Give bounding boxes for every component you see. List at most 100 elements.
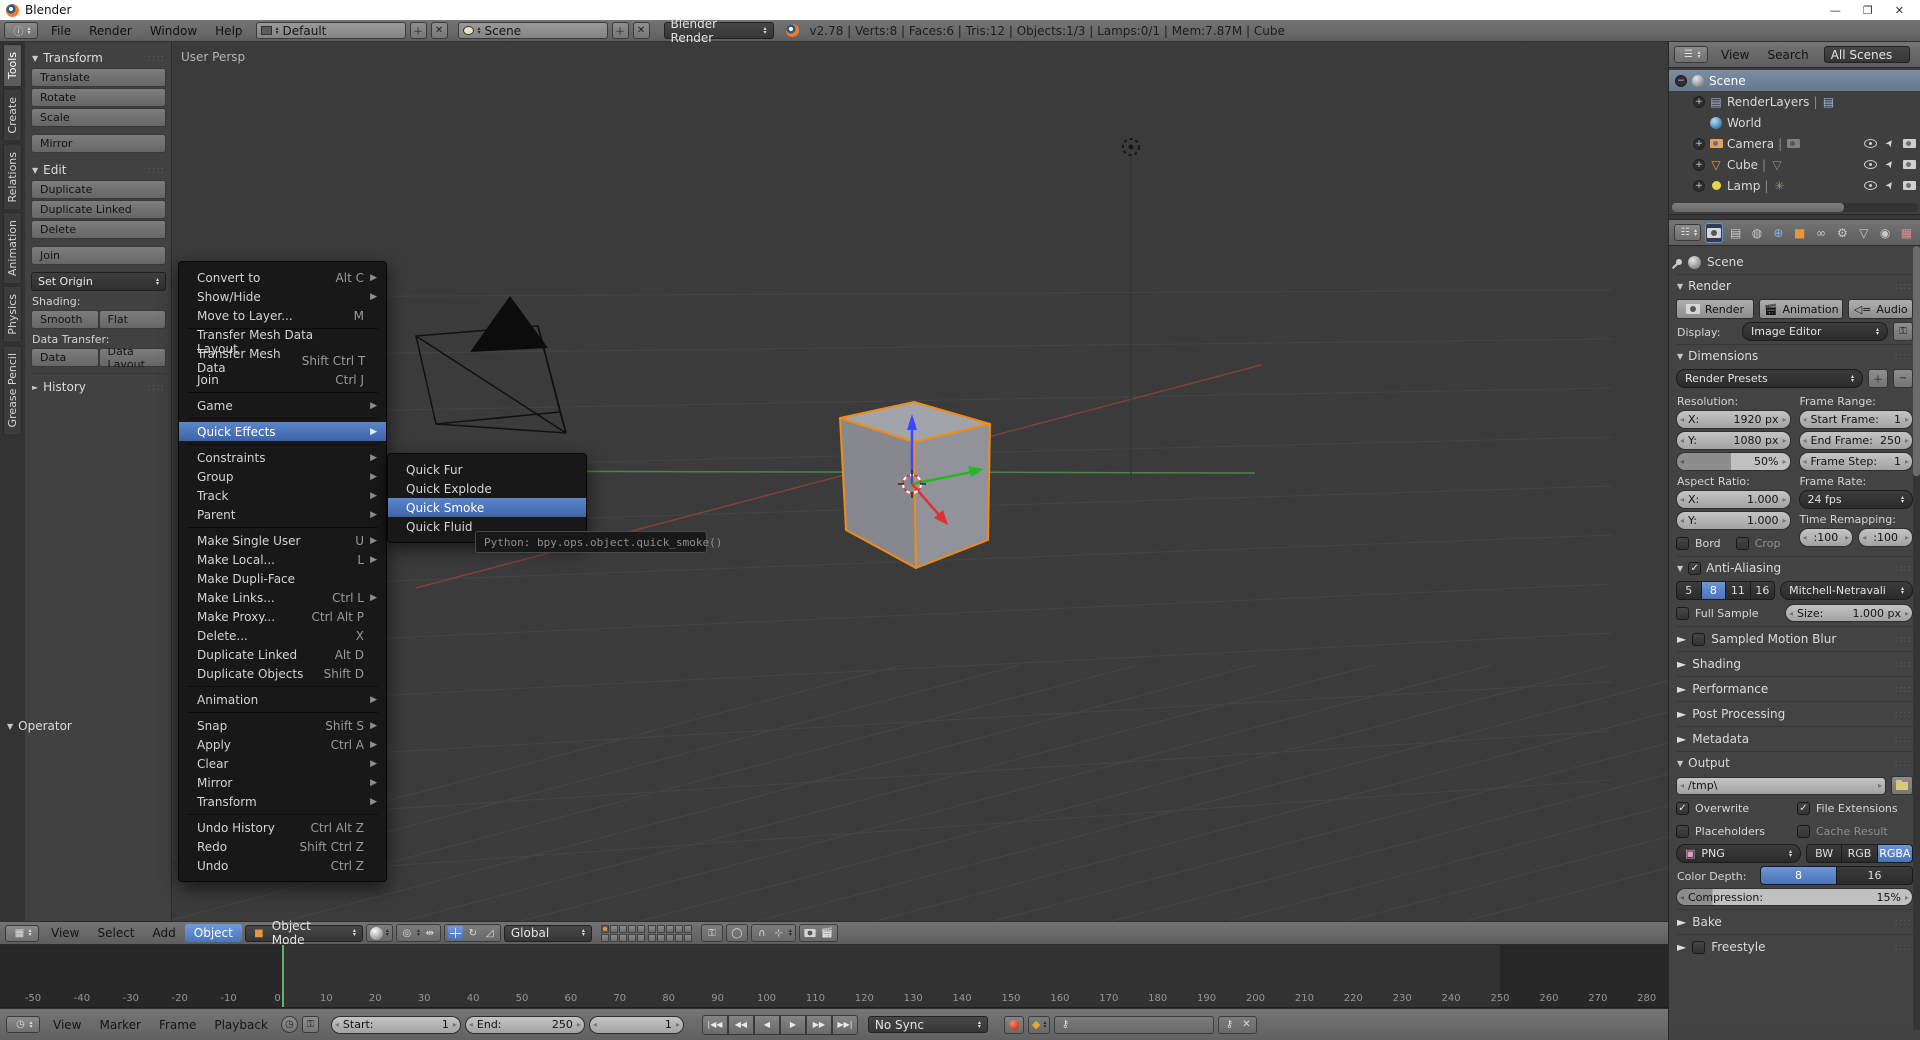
full-sample-checkbox[interactable]: Full Sample <box>1676 603 1780 623</box>
current-frame-marker[interactable] <box>282 945 284 1008</box>
remove-preset-button[interactable]: − <box>1893 369 1913 388</box>
panel-grip[interactable]: :::: <box>1895 563 1912 574</box>
menu-item-redo[interactable]: RedoShift Ctrl Z <box>179 837 386 856</box>
layer-cell[interactable] <box>684 934 692 942</box>
menu-item-group[interactable]: Group▶ <box>179 467 386 486</box>
tab-render-layers[interactable]: ▤ <box>1727 223 1744 243</box>
jump-to-end-button[interactable]: ▶▶| <box>832 1015 858 1035</box>
pin-icon[interactable] <box>1675 258 1683 266</box>
outliner-row-camera[interactable]: +Camera|➤ <box>1669 133 1920 154</box>
menu-item-game[interactable]: Game▶ <box>179 396 386 415</box>
compression-slider[interactable]: Compression:15% <box>1676 888 1913 906</box>
time-remap-new-field[interactable]: :100 <box>1858 528 1913 547</box>
viewport-menu-add[interactable]: Add <box>144 926 185 940</box>
section-shading[interactable]: ►Shading:::: <box>1676 651 1913 676</box>
menu-item-make-single-user[interactable]: Make Single UserU▶ <box>179 531 386 550</box>
renderability-camera-icon[interactable] <box>1903 181 1916 190</box>
outliner-scope-selector[interactable]: All Scenes <box>1824 46 1910 63</box>
timeline-menu-marker[interactable]: Marker <box>90 1018 149 1032</box>
layer-cell[interactable] <box>628 934 636 942</box>
layers-group-1[interactable] <box>601 925 645 942</box>
outliner-scrollbar[interactable] <box>1672 203 1918 212</box>
channel-rgb[interactable]: RGB <box>1842 844 1877 863</box>
translate-button[interactable]: Translate <box>31 68 166 87</box>
crop-checkbox[interactable]: Crop <box>1736 533 1791 553</box>
selectability-cursor-icon[interactable]: ➤ <box>1883 158 1897 171</box>
render-presets-selector[interactable]: Render Presets▴▾ <box>1676 369 1863 388</box>
aa-samples-8[interactable]: 8 <box>1702 581 1727 600</box>
menu-item-make-dupli-face[interactable]: Make Dupli-Face <box>179 569 386 588</box>
output-section-header[interactable]: ▼Output:::: <box>1676 752 1913 773</box>
tab-modifiers[interactable]: ⚙ <box>1834 223 1851 243</box>
display-selector[interactable]: Image Editor▴▾ <box>1742 322 1888 341</box>
opengl-render-anim-icon[interactable]: 🎬︎ <box>820 927 834 940</box>
join-button[interactable]: Join <box>31 246 166 265</box>
render-animation-button[interactable]: 🎬︎Animation <box>1759 299 1843 319</box>
submenu-item-quick-fur[interactable]: Quick Fur <box>388 460 586 479</box>
topbar-menu-window[interactable]: Window <box>141 24 206 38</box>
tab-constraints[interactable]: ∞ <box>1812 223 1829 243</box>
layer-cell[interactable] <box>666 934 674 942</box>
resolution-y-field[interactable]: Y:1080 px <box>1676 431 1791 450</box>
toolshelf-tab-relations[interactable]: Relations <box>3 144 22 211</box>
panel-grip[interactable]: :::: <box>148 53 165 64</box>
menu-item-track[interactable]: Track▶ <box>179 486 386 505</box>
frame-step-field[interactable]: Frame Step:1 <box>1799 452 1914 471</box>
manipulator-scale-icon[interactable]: ◿ <box>483 927 497 940</box>
toolshelf-tab-physics[interactable]: Physics <box>3 286 22 343</box>
topbar-menu-render[interactable]: Render <box>80 24 141 38</box>
outliner-editor-selector[interactable]: ☰▴▾ <box>1674 46 1708 63</box>
toolshelf-tab-create[interactable]: Create <box>3 89 22 142</box>
tab-world[interactable]: ⊕ <box>1770 223 1787 243</box>
aa-samples-16[interactable]: 16 <box>1751 581 1776 600</box>
operator-panel-header[interactable]: ▼Operator <box>6 715 141 736</box>
panel-grip[interactable]: :::: <box>1895 659 1912 670</box>
menu-item-clear[interactable]: Clear▶ <box>179 754 386 773</box>
section-metadata[interactable]: ►Metadata:::: <box>1676 726 1913 751</box>
menu-item-quick-effects[interactable]: Quick Effects▶ <box>179 422 386 441</box>
aa-samples-11[interactable]: 11 <box>1726 581 1751 600</box>
viewport-menu-object[interactable]: Object <box>185 924 242 942</box>
scene-selector[interactable]: ▴▾ Scene <box>458 22 608 39</box>
resolution-x-field[interactable]: X:1920 px <box>1676 410 1791 429</box>
record-button[interactable] <box>1004 1016 1024 1034</box>
panel-grip[interactable]: :::: <box>1895 709 1912 720</box>
resolution-scale-slider[interactable]: 50% <box>1676 452 1791 471</box>
rotate-button[interactable]: Rotate <box>31 88 166 107</box>
panel-grip[interactable]: :::: <box>1895 684 1912 695</box>
start-frame-field-props[interactable]: Start Frame:1 <box>1799 410 1914 429</box>
timeline-menu-playback[interactable]: Playback <box>205 1018 277 1032</box>
outliner-row-renderlayers[interactable]: +▤RenderLayers|▤ <box>1669 91 1920 112</box>
shading-smooth-button[interactable]: Smooth <box>31 310 99 329</box>
set-origin-dropdown[interactable]: Set Origin ▴▾ <box>31 272 166 291</box>
checkbox-file-extensions[interactable]: ✓File Extensions <box>1797 798 1913 818</box>
menu-item-make-local-[interactable]: Make Local...L▶ <box>179 550 386 569</box>
layer-cell[interactable] <box>601 925 609 933</box>
menu-item-duplicate-objects[interactable]: Duplicate ObjectsShift D <box>179 664 386 683</box>
data-transfer-data-layout-button[interactable]: Data Layout <box>99 348 167 367</box>
renderability-camera-icon[interactable] <box>1903 160 1916 169</box>
layer-cell[interactable] <box>637 925 645 933</box>
expander-plus-icon[interactable]: + <box>1693 180 1705 192</box>
layer-cell[interactable] <box>666 925 674 933</box>
edit-panel-header[interactable]: ▼Edit:::: <box>31 159 166 180</box>
sync-selector[interactable]: No Sync ▴▾ <box>868 1016 988 1033</box>
visibility-eye-icon[interactable] <box>1864 160 1877 169</box>
menu-item-mirror[interactable]: Mirror▶ <box>179 773 386 792</box>
toolshelf-tab-grease-pencil[interactable]: Grease Pencil <box>3 345 22 435</box>
mirror-button[interactable]: Mirror <box>31 134 166 153</box>
menu-item-delete-[interactable]: Delete...X <box>179 626 386 645</box>
outliner-row-cube[interactable]: +▽Cube|▽➤ <box>1669 154 1920 175</box>
layer-cell[interactable] <box>619 934 627 942</box>
transform-panel-header[interactable]: ▼Transform:::: <box>31 47 166 68</box>
expander-plus-icon[interactable]: + <box>1693 138 1705 150</box>
viewport-menu-select[interactable]: Select <box>88 926 143 940</box>
browse-folder-button[interactable] <box>1891 776 1913 795</box>
section-sampled-motion-blur[interactable]: ►Sampled Motion Blur:::: <box>1676 626 1913 651</box>
outliner-menu-view[interactable]: View <box>1712 48 1758 62</box>
play-reverse-button[interactable]: ◀ <box>754 1015 780 1035</box>
menu-item-make-proxy-[interactable]: Make Proxy...Ctrl Alt P <box>179 607 386 626</box>
topbar-menu-help[interactable]: Help <box>206 24 251 38</box>
toolshelf-tab-tools[interactable]: Tools <box>3 44 22 87</box>
output-path-field[interactable]: /tmp\ <box>1676 777 1886 795</box>
